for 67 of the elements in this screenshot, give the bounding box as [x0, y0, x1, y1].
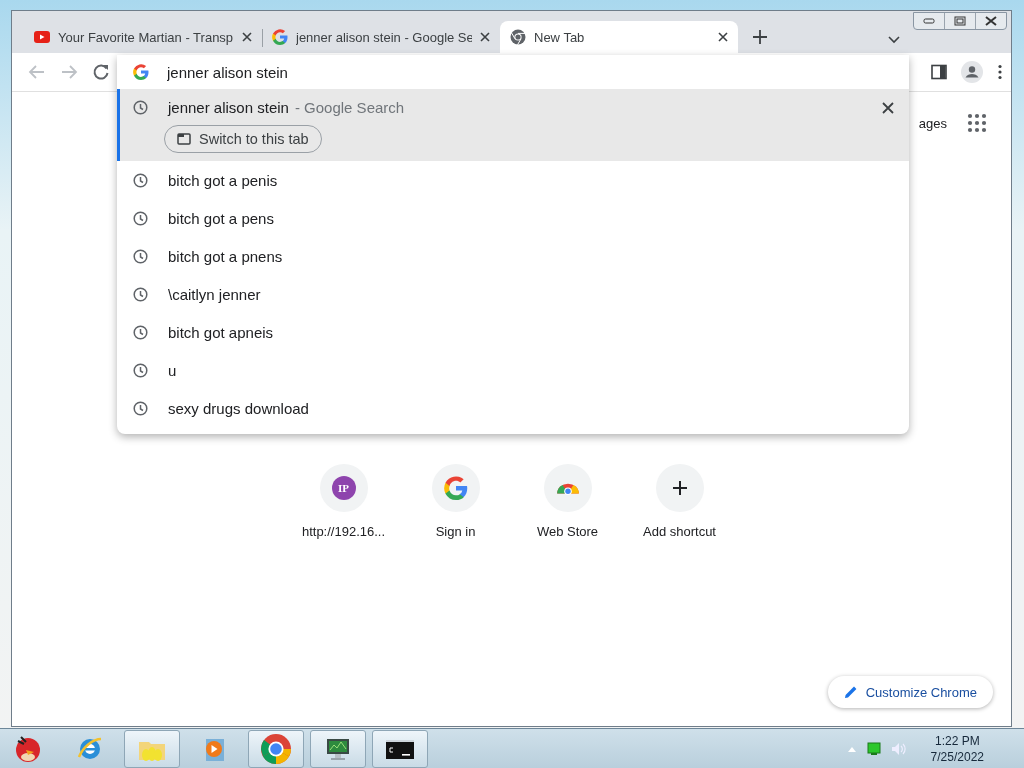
suggestion-text: \caitlyn jenner — [168, 285, 261, 303]
suggestion-row[interactable]: jenner alison stein - Google Search Switch to this tab — [117, 89, 909, 161]
suggestion-text: jenner alison stein — [168, 98, 289, 116]
site-badge: IP — [331, 476, 356, 500]
tab-icon — [177, 133, 191, 145]
clock-icon — [133, 400, 148, 416]
shortcut-label[interactable]: http://192.16... — [301, 524, 386, 539]
close-icon[interactable] — [480, 32, 490, 42]
profile-icon[interactable] — [961, 61, 983, 83]
clock-icon — [133, 248, 148, 264]
suggestion-row[interactable]: sexy drugs download — [117, 389, 909, 427]
clock-date[interactable]: 7/25/2022 — [930, 748, 984, 765]
chrome-logo-icon — [260, 732, 292, 765]
shortcut-tile[interactable]: IP — [319, 464, 368, 512]
close-icon[interactable] — [985, 16, 997, 26]
address-field[interactable]: jenner alison stein — [167, 63, 909, 81]
video-logo-icon — [34, 31, 50, 43]
browser-tab[interactable]: New Tab — [500, 21, 738, 53]
suggestion-description: - Google Search — [294, 98, 405, 116]
images-link[interactable]: ages — [918, 115, 947, 131]
close-icon[interactable] — [718, 32, 728, 42]
suggestion-text: sexy drugs download — [168, 399, 309, 417]
side-panel-icon[interactable] — [931, 64, 947, 80]
google-logo-icon — [443, 476, 468, 500]
taskbar-button[interactable] — [310, 729, 366, 768]
shortcut-tile[interactable] — [431, 464, 480, 512]
shortcut-label[interactable]: Web Store — [536, 524, 599, 539]
taskbar-button[interactable] — [372, 729, 428, 768]
store-logo-icon — [555, 481, 580, 495]
clock-icon — [133, 210, 148, 226]
menu-icon[interactable] — [997, 64, 1003, 80]
pencil-icon — [843, 685, 858, 699]
suggestion-text: bitch got a penis — [168, 171, 278, 189]
suggestion-row[interactable]: u — [117, 351, 909, 389]
google-logo-icon — [133, 64, 149, 80]
shortcut-label[interactable]: Sign in — [435, 524, 476, 539]
network-icon[interactable] — [866, 742, 881, 755]
suggestion-text: bitch got apneis — [168, 323, 274, 341]
clock-icon — [133, 362, 148, 378]
suggestion-row[interactable]: bitch got a pens — [117, 199, 909, 237]
plus-icon — [671, 480, 688, 496]
google-logo-icon — [272, 29, 288, 45]
clock-time[interactable]: 1:22 PM — [934, 732, 980, 749]
clock-icon — [133, 286, 148, 302]
clock-icon — [133, 99, 148, 115]
suggestion-row[interactable]: bitch got apneis — [117, 313, 909, 351]
close-icon[interactable] — [242, 32, 252, 42]
clock-icon — [133, 324, 148, 340]
browser-tab[interactable]: Your Favorite Martian - Transp — [24, 21, 262, 53]
customize-chrome-button[interactable]: Customize Chrome — [827, 676, 993, 708]
apps-grid-icon[interactable] — [967, 113, 987, 133]
shortcut-label[interactable]: Add shortcut — [643, 524, 716, 539]
suggestion-text: bitch got a pnens — [168, 247, 283, 265]
suggestion-row[interactable]: bitch got a pnens — [117, 237, 909, 275]
clock-icon — [133, 172, 148, 188]
minimize-icon[interactable] — [923, 18, 935, 24]
suggestion-text: u — [168, 361, 177, 379]
shortcut-tile[interactable] — [655, 464, 704, 512]
maximize-icon[interactable] — [954, 16, 966, 26]
suggestion-row[interactable]: bitch got a penis — [117, 161, 909, 199]
chevron-down-icon[interactable] — [887, 35, 901, 45]
shortcut-tile[interactable] — [543, 464, 592, 512]
suggestion-row[interactable]: \caitlyn jenner — [117, 275, 909, 313]
new-tab-icon[interactable] — [753, 30, 767, 44]
chrome-logo-icon — [510, 29, 526, 45]
remove-button[interactable] — [881, 101, 895, 115]
suggestion-text: bitch got a pens — [168, 209, 274, 227]
